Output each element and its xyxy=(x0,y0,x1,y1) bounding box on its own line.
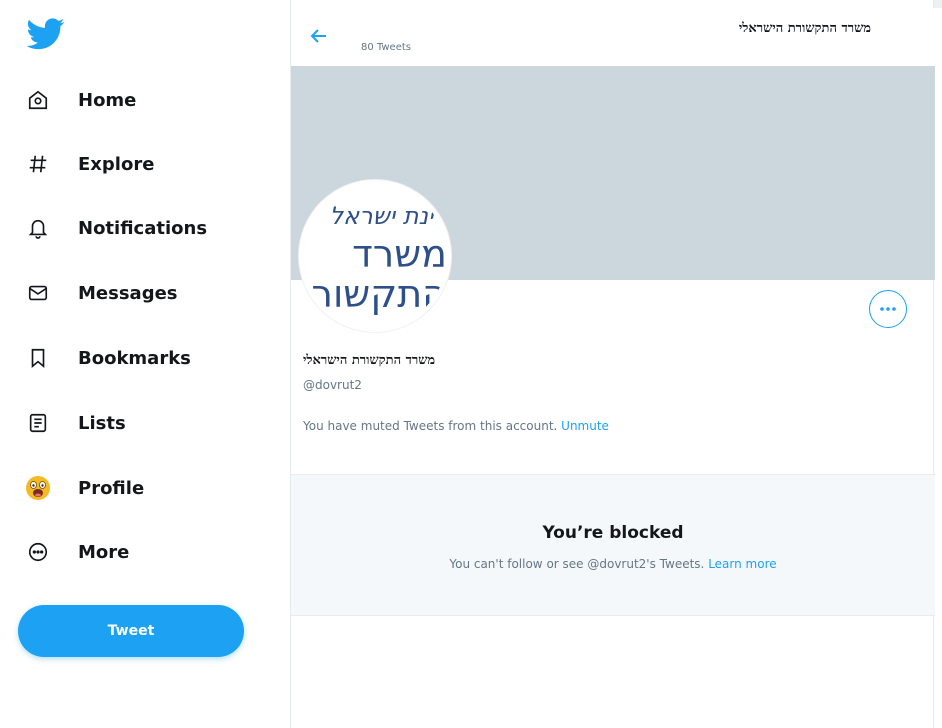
avatar-emoji-icon xyxy=(24,474,52,502)
avatar-text-line: משרד xyxy=(352,232,447,276)
bookmark-icon xyxy=(24,344,52,372)
sidebar-item-label: Profile xyxy=(78,477,145,499)
sidebar-item-profile[interactable]: Profile xyxy=(24,468,144,508)
muted-notice: You have muted Tweets from this account.… xyxy=(303,419,609,433)
back-arrow-icon[interactable] xyxy=(307,24,331,48)
profile-column: משרד התקשורת הישראלי 80 Tweets רינת ישרא… xyxy=(290,0,935,728)
unmute-link[interactable]: Unmute xyxy=(561,419,609,433)
tweet-button[interactable]: Tweet xyxy=(18,605,244,657)
muted-message: You have muted Tweets from this account. xyxy=(303,419,558,433)
sidebar-item-messages[interactable]: Messages xyxy=(24,273,178,313)
avatar-text-line: התקשורת xyxy=(299,272,447,316)
profile-header: משרד התקשורת הישראלי 80 Tweets xyxy=(291,8,935,66)
sidebar-item-label: More xyxy=(78,541,130,563)
learn-more-link[interactable]: Learn more xyxy=(708,557,776,571)
profile-name: משרד התקשורת הישראלי xyxy=(303,353,436,368)
blocked-description: You can't follow or see @dovrut2's Tweet… xyxy=(291,557,935,571)
page-title: משרד התקשורת הישראלי xyxy=(738,21,871,36)
sidebar: Home Explore Notifications Messages Book… xyxy=(0,0,290,728)
tweet-count: 80 Tweets xyxy=(361,42,411,53)
profile-handle: @dovrut2 xyxy=(303,378,362,392)
blocked-notice: You’re blocked You can't follow or see @… xyxy=(291,474,935,616)
sidebar-item-label: Messages xyxy=(78,282,178,304)
sidebar-item-lists[interactable]: Lists xyxy=(24,403,126,443)
ellipsis-icon xyxy=(880,307,896,311)
profile-avatar[interactable]: רינת ישראל משרד התקשורת xyxy=(299,180,451,332)
sidebar-item-more[interactable]: More xyxy=(24,532,129,572)
sidebar-item-label: Notifications xyxy=(78,217,208,239)
sidebar-item-label: Explore xyxy=(78,153,155,175)
sidebar-item-explore[interactable]: Explore xyxy=(24,144,154,184)
envelope-icon xyxy=(24,279,52,307)
sidebar-item-home[interactable]: Home xyxy=(24,80,136,120)
more-circle-icon xyxy=(24,538,52,566)
sidebar-item-label: Lists xyxy=(78,412,126,434)
sidebar-item-notifications[interactable]: Notifications xyxy=(24,208,207,248)
blocked-title: You’re blocked xyxy=(542,523,684,543)
hashtag-icon xyxy=(24,150,52,178)
bell-icon xyxy=(24,214,52,242)
sidebar-item-label: Home xyxy=(78,89,137,111)
avatar-text-line: רינת ישראל xyxy=(329,202,447,230)
twitter-logo-icon[interactable] xyxy=(26,18,65,50)
list-icon xyxy=(24,409,52,437)
sidebar-item-label: Bookmarks xyxy=(78,347,191,369)
blocked-description-text: You can't follow or see @dovrut2's Tweet… xyxy=(449,557,705,571)
sidebar-item-bookmarks[interactable]: Bookmarks xyxy=(24,338,191,378)
more-options-button[interactable] xyxy=(869,290,907,328)
home-icon xyxy=(24,86,52,114)
